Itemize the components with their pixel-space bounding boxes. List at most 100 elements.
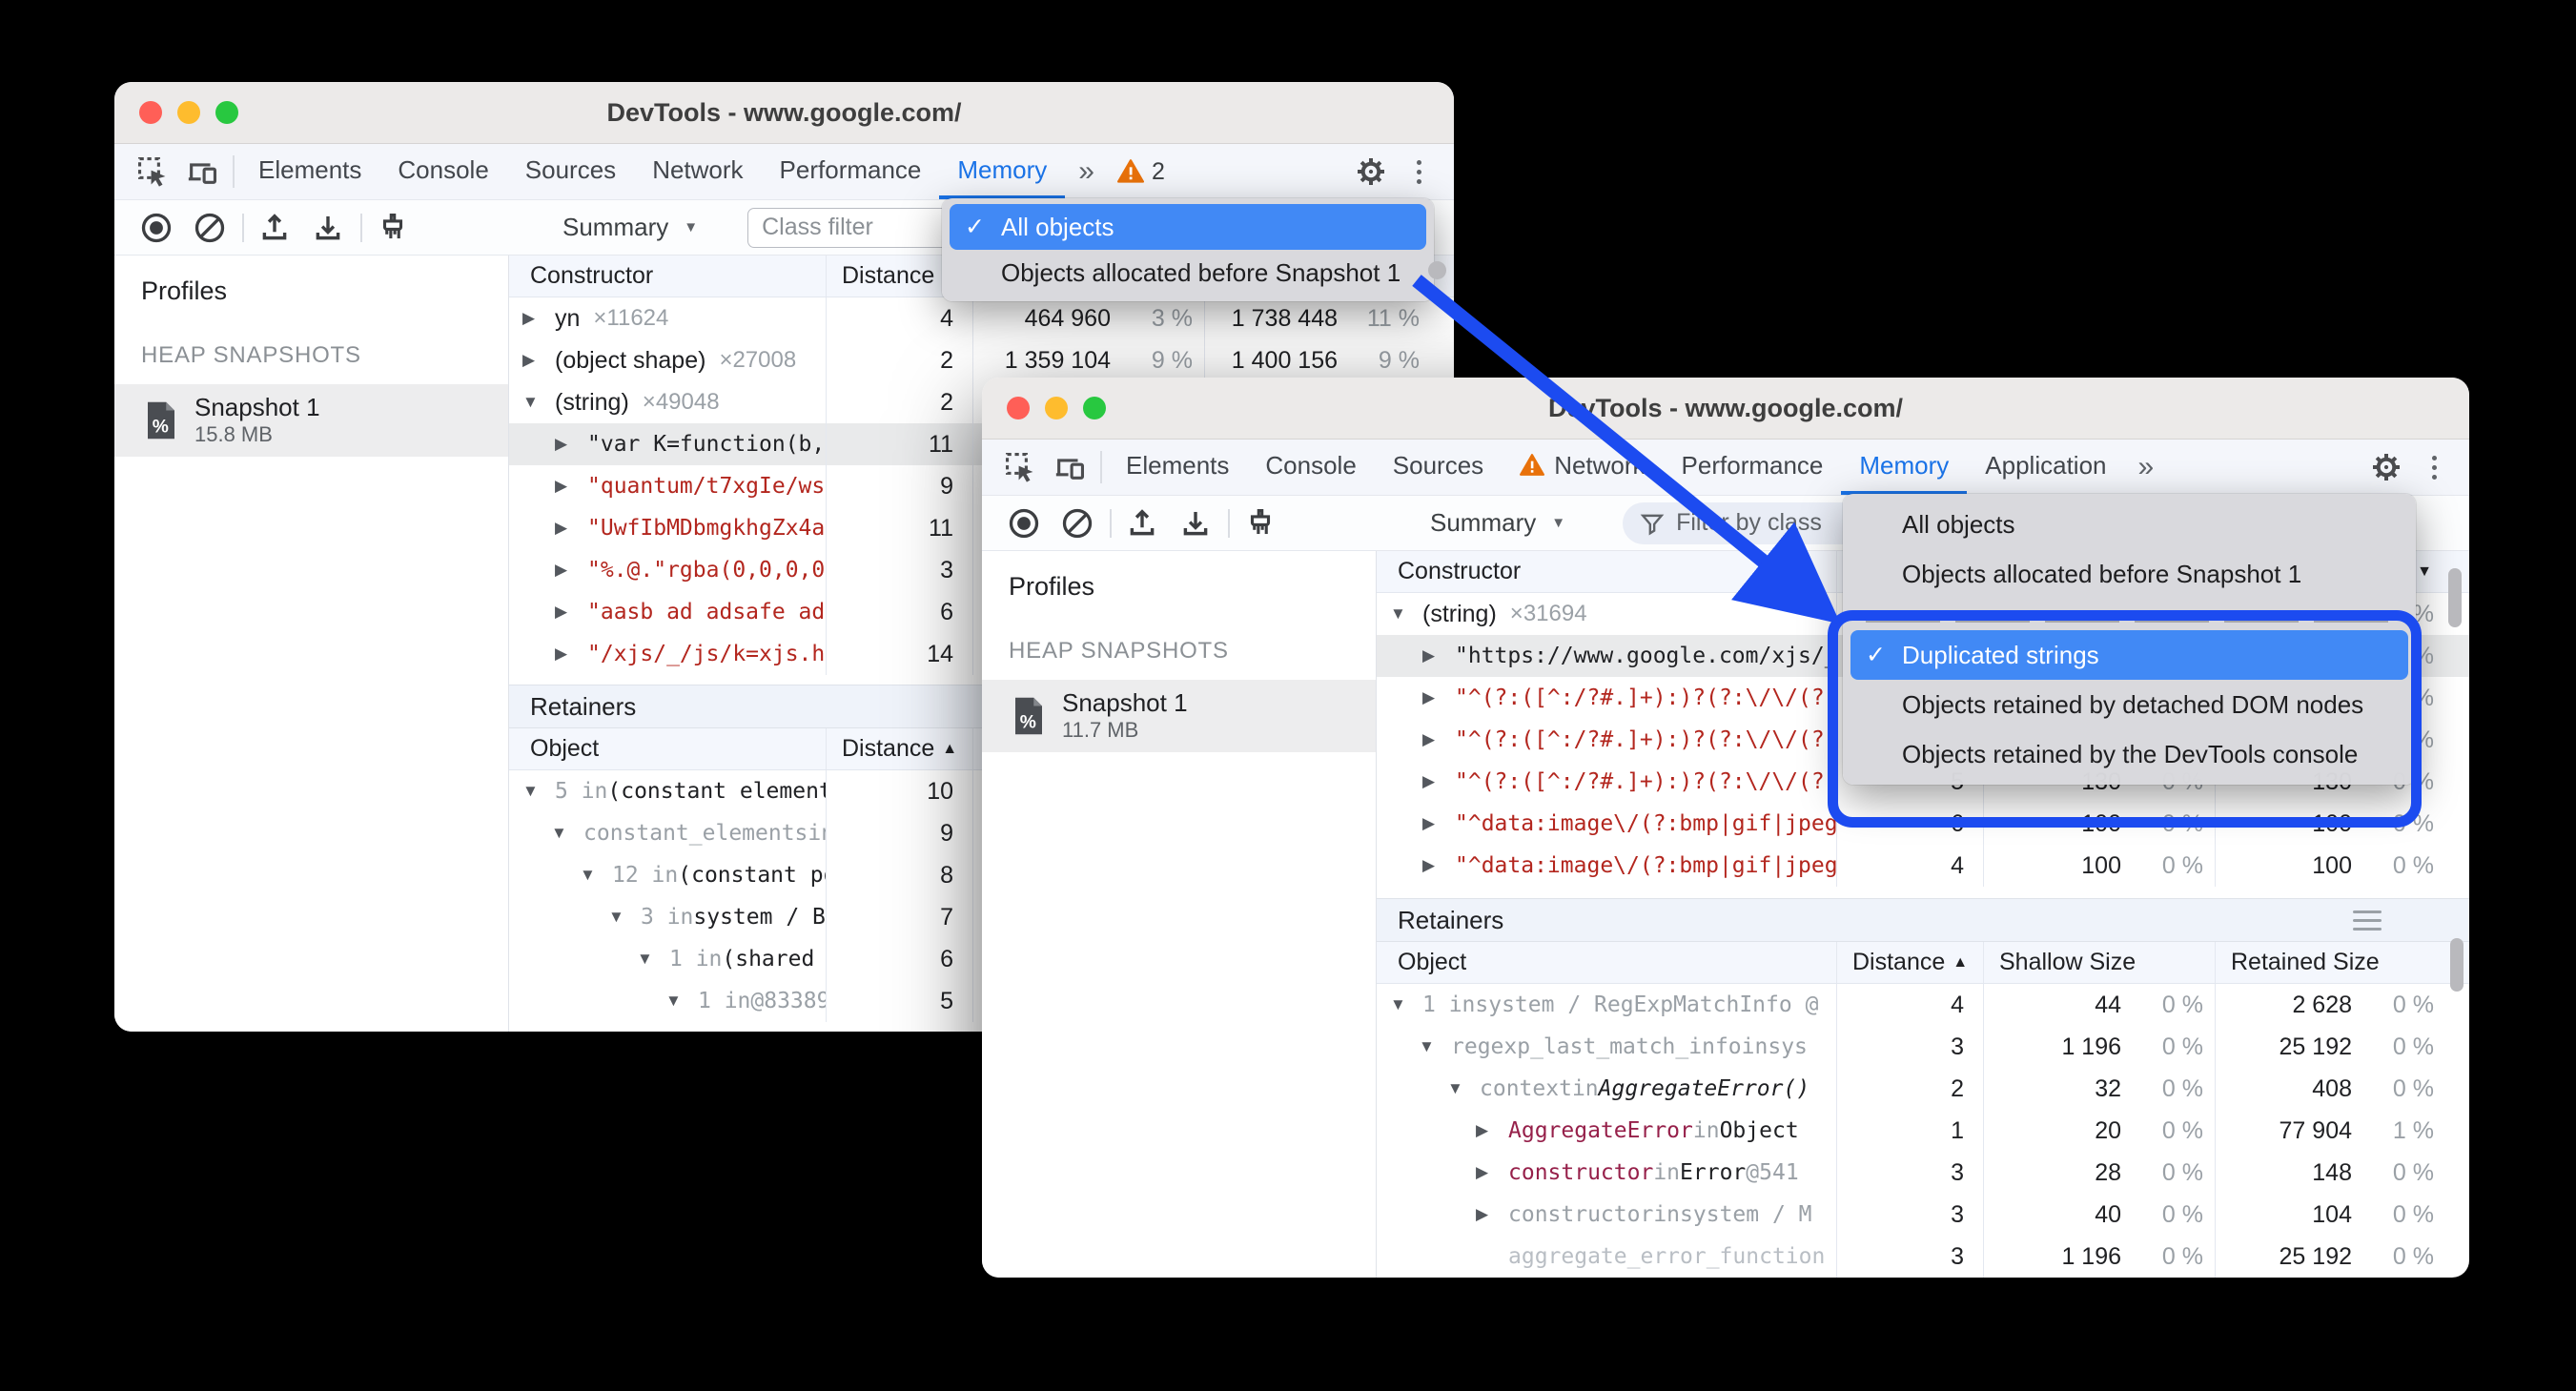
devtools-tab[interactable]: Console — [379, 144, 506, 199]
constructor-row[interactable]: ▶ "^data:image\/(?:bmp|gif|jpeg 4 100 0 %… — [1377, 845, 2469, 887]
devtools-tab[interactable]: Console — [1247, 440, 1374, 495]
disclosure-arrow[interactable]: ▶ — [1422, 646, 1455, 665]
disclosure-arrow[interactable]: ▶ — [555, 435, 587, 454]
menu-item[interactable]: Objects allocated before Snapshot 1 — [1850, 549, 2408, 599]
retainer-distance-column-header[interactable]: Distance ▲ — [1836, 942, 1983, 983]
devtools-tab[interactable]: Memory — [1841, 440, 1968, 495]
constructor-row[interactable]: ▶ (object shape) ×27008 2 1 359 104 9 % 1… — [509, 339, 1454, 381]
hamburger-menu-icon[interactable] — [2353, 910, 2382, 931]
gear-icon[interactable] — [1346, 156, 1396, 187]
perspective-select[interactable]: Summary ▼ — [1430, 508, 1565, 538]
device-toolbar-icon[interactable] — [177, 144, 227, 199]
profiles-heading: Profiles — [1009, 572, 1095, 601]
retainer-row[interactable]: ▼ context in AggregateError() 2 32 0 % 40… — [1377, 1068, 2469, 1110]
save-profile-icon[interactable] — [1178, 506, 1213, 541]
retained-size-percent: 0 % — [2392, 1242, 2434, 1270]
delete-profile-brush-icon[interactable] — [376, 211, 410, 245]
disclosure-arrow[interactable]: ▼ — [608, 908, 641, 927]
devtools-tab[interactable]: Network — [634, 144, 761, 199]
disclosure-arrow[interactable]: ▼ — [580, 866, 612, 885]
gear-icon[interactable] — [2361, 452, 2411, 482]
disclosure-arrow[interactable]: ▼ — [522, 782, 555, 801]
disclosure-arrow[interactable]: ▶ — [1422, 688, 1455, 707]
constructor-column-header[interactable]: Constructor — [1377, 551, 1836, 592]
disclosure-arrow[interactable]: ▶ — [1422, 856, 1455, 875]
disclosure-arrow[interactable]: ▼ — [1390, 604, 1422, 624]
disclosure-arrow[interactable]: ▶ — [522, 309, 555, 328]
scrollbar-thumb[interactable] — [2448, 568, 2462, 627]
clear-icon[interactable] — [193, 211, 227, 245]
more-tabs-icon[interactable]: » — [1065, 144, 1108, 199]
disclosure-arrow[interactable]: ▶ — [1422, 730, 1455, 749]
record-heap-icon[interactable] — [1007, 506, 1041, 541]
delete-profile-brush-icon[interactable] — [1243, 506, 1278, 541]
disclosure-arrow[interactable]: ▼ — [665, 992, 698, 1011]
disclosure-arrow[interactable]: ▼ — [637, 950, 669, 969]
disclosure-arrow[interactable]: ▼ — [522, 393, 555, 412]
record-heap-icon[interactable] — [139, 211, 174, 245]
object-column-header[interactable]: Object — [509, 728, 826, 769]
menu-item[interactable]: All objects — [1850, 500, 2408, 549]
constructor-column-header[interactable]: Constructor — [509, 256, 826, 297]
devtools-tab[interactable]: Performance — [762, 144, 940, 199]
menu-item[interactable]: ✓ All objects — [950, 204, 1426, 250]
distance-value: 3 — [1951, 1158, 1964, 1186]
disclosure-arrow[interactable]: ▶ — [555, 561, 587, 580]
disclosure-arrow[interactable]: ▶ — [555, 519, 587, 538]
disclosure-arrow[interactable]: ▼ — [551, 824, 583, 843]
disclosure-arrow[interactable]: ▶ — [1476, 1163, 1508, 1182]
issues-badge[interactable]: 2 — [1108, 144, 1175, 199]
disclosure-arrow[interactable]: ▶ — [1476, 1121, 1508, 1140]
tab-label: Sources — [524, 154, 617, 184]
retainer-row[interactable]: ▼ regexp_last_match_info in sys 3 1 196 0… — [1377, 1026, 2469, 1068]
inspect-icon[interactable] — [128, 144, 177, 199]
shallow-size-value: 32 — [2095, 1074, 2121, 1102]
clear-icon[interactable] — [1060, 506, 1094, 541]
device-toolbar-icon[interactable] — [1045, 440, 1094, 495]
disclosure-arrow[interactable]: ▶ — [1422, 814, 1455, 833]
more-tabs-icon[interactable]: » — [2125, 440, 2168, 495]
perspective-select[interactable]: Summary ▼ — [562, 213, 698, 242]
save-profile-icon[interactable] — [311, 211, 345, 245]
disclosure-arrow[interactable]: ▶ — [1422, 772, 1455, 791]
disclosure-arrow[interactable]: ▶ — [555, 603, 587, 622]
shallow-size-column-header[interactable]: Shallow Size — [1983, 942, 2215, 983]
devtools-tab[interactable]: Elements — [240, 144, 379, 199]
disclosure-arrow[interactable]: ▶ — [555, 644, 587, 664]
disclosure-arrow[interactable]: ▼ — [1419, 1037, 1451, 1056]
disclosure-arrow[interactable]: ▼ — [1447, 1079, 1480, 1098]
snapshot-item[interactable]: % Snapshot 1 15.8 MB — [114, 384, 508, 457]
devtools-tab[interactable]: Memory — [939, 144, 1066, 199]
load-profile-icon[interactable] — [257, 211, 292, 245]
kebab-menu-icon[interactable] — [1403, 153, 1435, 192]
constructor-row[interactable]: ▶ yn ×11624 4 464 960 3 % 1 738 448 11 % — [509, 297, 1454, 339]
object-column-header[interactable]: Object — [1377, 942, 1836, 983]
inspect-icon[interactable] — [995, 440, 1045, 495]
disclosure-arrow[interactable]: ▶ — [1476, 1205, 1508, 1224]
snapshot-item[interactable]: % Snapshot 1 11.7 MB — [982, 680, 1376, 752]
devtools-tab[interactable]: Performance — [1664, 440, 1842, 495]
devtools-tab[interactable]: Sources — [507, 144, 634, 199]
scrollbar-thumb[interactable] — [2450, 938, 2464, 992]
retainer-row[interactable]: ▶ constructor in Error @541 3 28 0 % 148 0… — [1377, 1152, 2469, 1194]
scrollbar-thumb[interactable] — [1428, 261, 1446, 279]
kebab-menu-icon[interactable] — [2419, 448, 2450, 487]
retainer-distance-column-header[interactable]: Distance ▲ — [826, 728, 972, 769]
devtools-tab[interactable]: Network — [1502, 440, 1663, 495]
devtools-tab[interactable]: Elements — [1108, 440, 1247, 495]
retainer-row[interactable]: ▼ 1 in system / RegExpMatchInfo @ 4 44 0 … — [1377, 984, 2469, 1026]
menu-item[interactable]: Objects allocated before Snapshot 1 — [950, 250, 1426, 296]
retained-size-value: 77 904 — [2279, 1116, 2352, 1144]
distance-value: 2 — [1951, 1074, 1964, 1102]
devtools-tab[interactable]: Application — [1967, 440, 2124, 495]
disclosure-arrow[interactable]: ▶ — [522, 351, 555, 370]
retainer-row[interactable]: ▶ AggregateError in Object 1 20 0 % 77 90… — [1377, 1110, 2469, 1152]
disclosure-arrow[interactable]: ▶ — [555, 477, 587, 496]
devtools-tab[interactable]: Sources — [1375, 440, 1502, 495]
retained-size-column-header[interactable]: Retained Size — [2215, 942, 2445, 983]
retainer-row[interactable]: aggregate_error_function 3 1 196 0 % 25 1… — [1377, 1236, 2469, 1278]
disclosure-arrow[interactable]: ▼ — [1390, 995, 1422, 1014]
retained-size-percent: 9 % — [1378, 346, 1420, 374]
retainer-row[interactable]: ▶ constructor in system / M 3 40 0 % 104 0… — [1377, 1194, 2469, 1236]
load-profile-icon[interactable] — [1125, 506, 1159, 541]
